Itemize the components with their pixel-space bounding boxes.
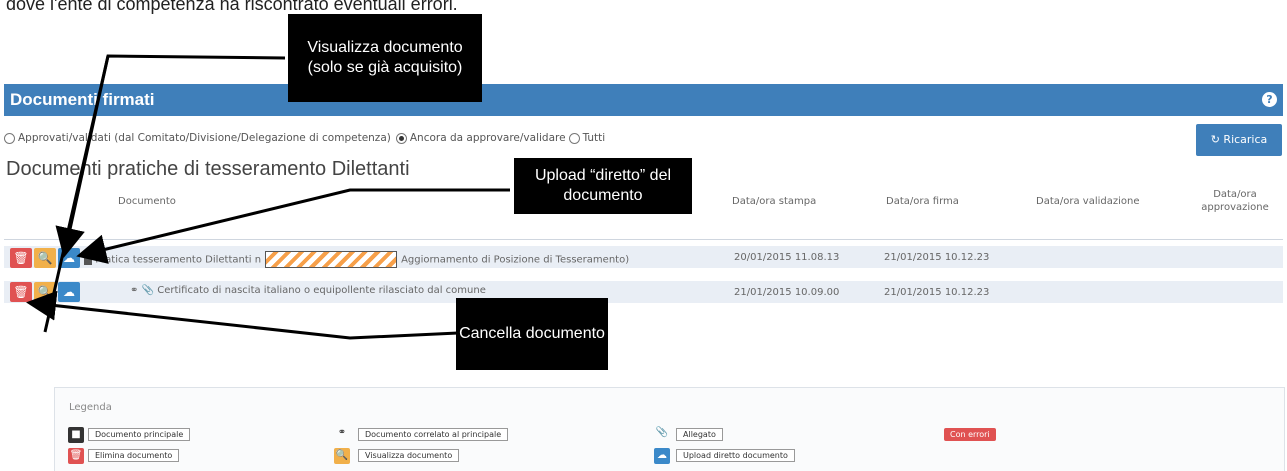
main-document-icon: ■ <box>68 427 84 443</box>
legend-delete-doc: Elimina documento <box>88 449 180 462</box>
search-icon: 🔍 <box>334 448 350 464</box>
trash-icon: 🗑 <box>68 448 84 464</box>
arrow-to-delete <box>26 290 459 340</box>
arrow-to-delete-row2 <box>43 54 286 333</box>
legend-title: Legenda <box>69 402 112 413</box>
cloud-upload-icon: ☁ <box>654 448 670 464</box>
callout-upload: Upload “diretto” del documento <box>514 158 692 214</box>
arrow-to-view <box>55 55 110 258</box>
legend-upload-doc: Upload diretto documento <box>676 449 795 462</box>
callout-view: Visualizza documento (solo se già acquis… <box>288 14 482 102</box>
legend-main-doc: Documento principale <box>88 428 191 441</box>
arrow-to-upload <box>76 188 510 264</box>
error-badge: Con errori <box>944 428 996 441</box>
attachment-icon: 📎 <box>655 427 669 438</box>
related-document-icon: ⚭ <box>337 427 347 438</box>
legend-view-doc: Visualizza documento <box>358 449 460 462</box>
legend-related-doc: Documento correlato al principale <box>358 428 509 441</box>
legend-attachment: Allegato <box>676 428 723 441</box>
callout-delete: Cancella documento <box>456 298 608 370</box>
